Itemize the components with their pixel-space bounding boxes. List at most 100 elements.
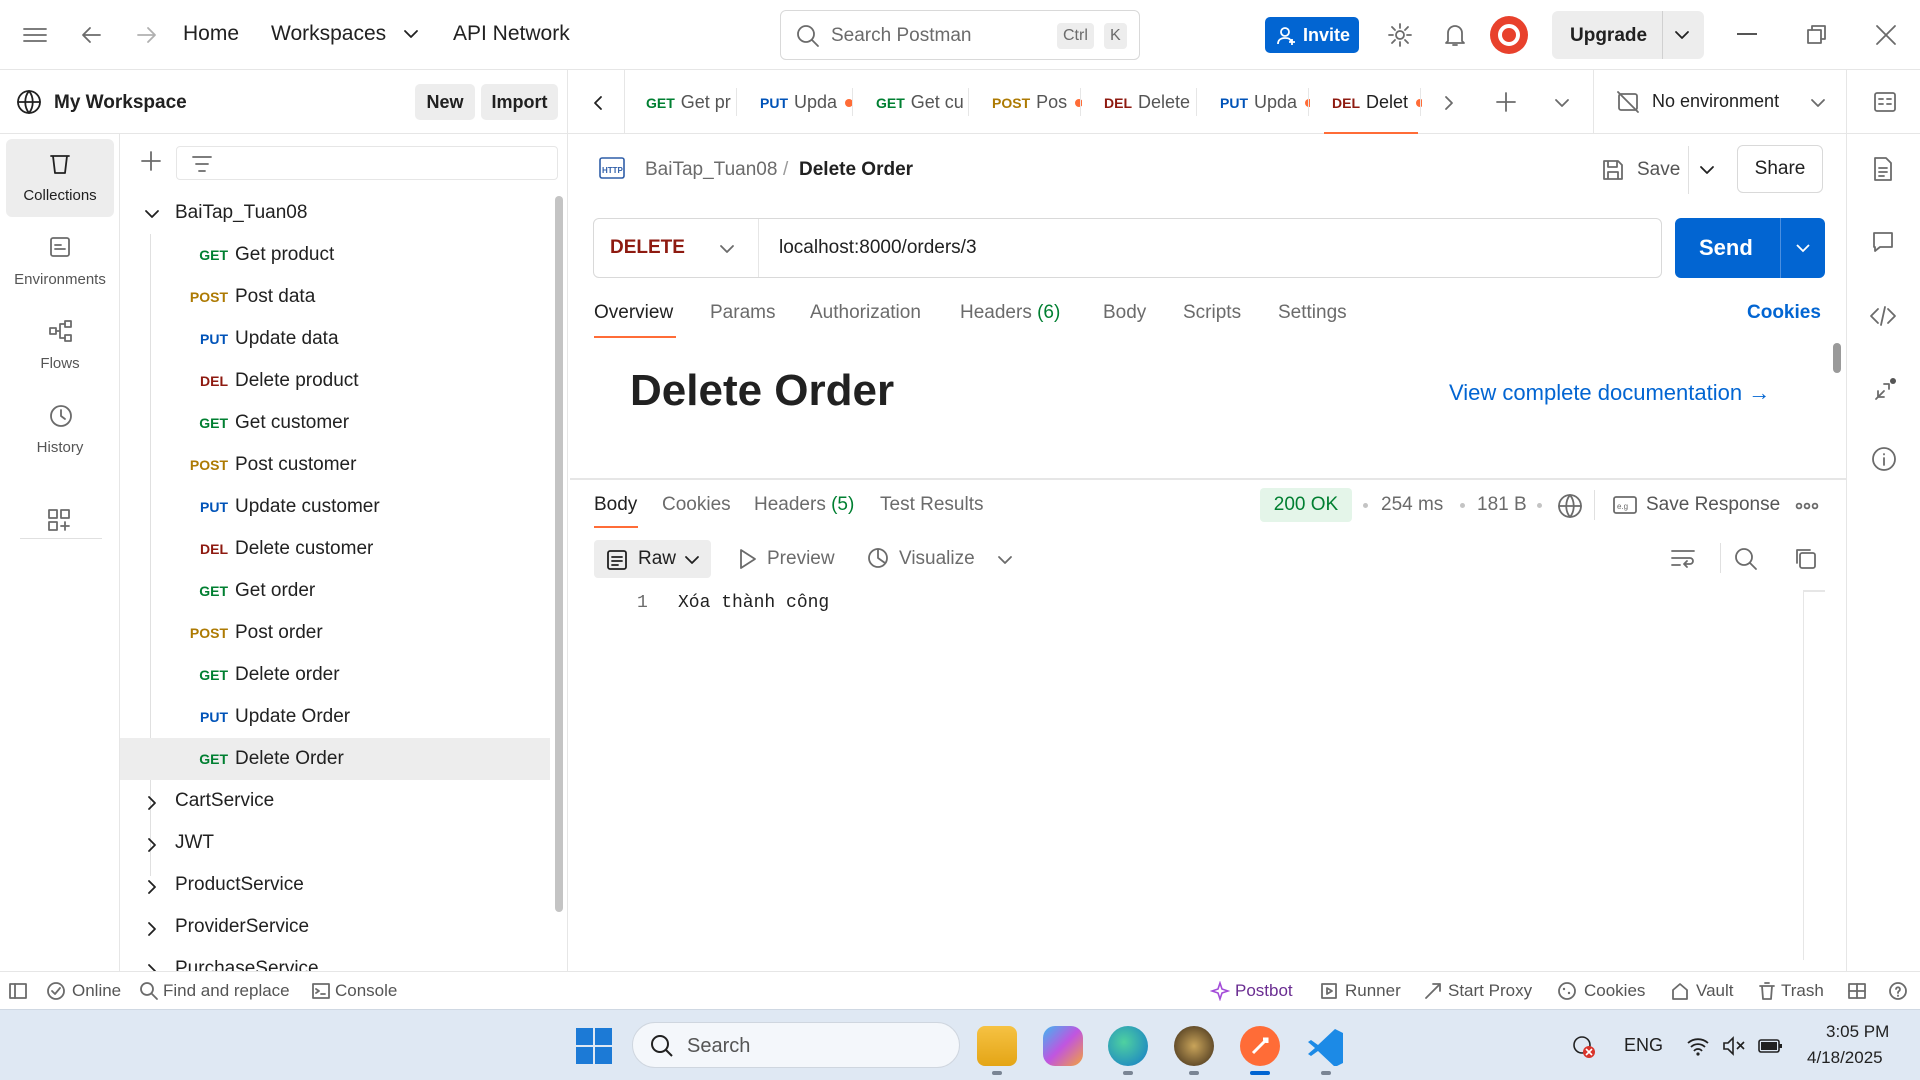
help-icon[interactable]	[1888, 981, 1908, 1001]
request-item[interactable]: PUT Update data	[120, 318, 550, 360]
request-tab[interactable]: PUT Upda	[1202, 70, 1310, 134]
request-item[interactable]: POST Post data	[120, 276, 550, 318]
add-collection-icon[interactable]	[140, 150, 162, 172]
notification-bell-icon[interactable]	[1443, 22, 1467, 48]
tab-authorization[interactable]: Authorization	[810, 302, 921, 324]
format-select[interactable]: Raw	[594, 540, 711, 578]
response-tab-body[interactable]: Body	[594, 494, 637, 516]
request-tab[interactable]: PUT Upda	[742, 70, 854, 134]
upgrade-button[interactable]: Upgrade	[1552, 11, 1704, 59]
collection-header[interactable]: BaiTap_Tuan08	[120, 192, 550, 234]
request-item[interactable]: PUT Update customer	[120, 486, 550, 528]
response-body-text[interactable]: Xóa thành công	[678, 593, 829, 613]
hamburger-menu-icon[interactable]	[22, 24, 48, 46]
pane-splitter[interactable]	[570, 478, 1846, 480]
cookies-button[interactable]: Cookies	[1584, 981, 1645, 1001]
battery-icon[interactable]	[1757, 1035, 1785, 1057]
tab-params[interactable]: Params	[710, 302, 775, 324]
chevron-down-icon[interactable]	[403, 28, 419, 40]
language-indicator[interactable]: ENG	[1624, 1035, 1663, 1056]
tab-overview[interactable]: Overview	[594, 302, 673, 324]
view-documentation-link[interactable]: View complete documentation →	[1449, 380, 1770, 406]
save-response-button[interactable]: Save Response	[1646, 494, 1780, 516]
new-tab-plus-icon[interactable]	[1495, 91, 1517, 113]
environment-selector[interactable]: No environment	[1616, 70, 1846, 134]
new-button[interactable]: New	[415, 84, 475, 120]
tab-headers[interactable]: Headers (6)	[960, 302, 1060, 324]
rail-flows[interactable]: Flows	[6, 307, 114, 385]
request-tab[interactable]: GET Get pr	[628, 70, 738, 134]
response-tab-test-results[interactable]: Test Results	[880, 494, 983, 516]
taskbar-search[interactable]: Search	[632, 1022, 960, 1068]
save-button[interactable]: Save	[1637, 159, 1680, 181]
chevron-down-icon[interactable]	[1554, 97, 1570, 109]
collection-item[interactable]: ProviderService	[120, 906, 550, 948]
trash-button[interactable]: Trash	[1781, 981, 1824, 1001]
forward-arrow-icon[interactable]	[134, 23, 158, 47]
rail-environments[interactable]: Environments	[6, 223, 114, 301]
layout-icon[interactable]	[1847, 982, 1867, 1000]
rail-history[interactable]: History	[6, 391, 114, 469]
nav-api-network[interactable]: API Network	[453, 22, 570, 46]
find-and-replace[interactable]: Find and replace	[163, 981, 290, 1001]
chevron-down-icon[interactable]	[1795, 242, 1811, 254]
request-tab[interactable]: GET Get cu	[858, 70, 970, 134]
nav-home[interactable]: Home	[183, 22, 239, 46]
request-item[interactable]: DEL Delete product	[120, 360, 550, 402]
chevron-left-icon[interactable]	[592, 95, 604, 111]
documentation-icon[interactable]	[1871, 156, 1895, 182]
vault-button[interactable]: Vault	[1696, 981, 1734, 1001]
editor-scroll-track[interactable]	[1803, 590, 1804, 960]
environment-quick-look-icon[interactable]	[1873, 90, 1897, 114]
sidebar-scrollbar[interactable]	[555, 196, 563, 912]
send-button[interactable]: Send	[1675, 218, 1825, 278]
more-options-icon[interactable]	[1795, 502, 1819, 510]
request-item[interactable]: POST Post customer	[120, 444, 550, 486]
clock-time[interactable]: 3:05 PM	[1826, 1022, 1889, 1042]
copilot-icon[interactable]	[1043, 1026, 1083, 1066]
visualize-button[interactable]: Visualize	[899, 548, 975, 570]
vscode-icon[interactable]	[1306, 1026, 1346, 1066]
preview-button[interactable]: Preview	[767, 548, 835, 570]
game-app-icon[interactable]	[1174, 1026, 1214, 1066]
request-item[interactable]: PUT Update Order	[120, 696, 550, 738]
search-bar[interactable]: Search Postman Ctrl K	[780, 10, 1140, 60]
request-item[interactable]: GET Get product	[120, 234, 550, 276]
clock-date[interactable]: 4/18/2025	[1807, 1048, 1883, 1068]
network-error-icon[interactable]	[1572, 1035, 1596, 1059]
cookies-link[interactable]: Cookies	[1747, 302, 1821, 324]
runner-button[interactable]: Runner	[1345, 981, 1401, 1001]
wifi-icon[interactable]	[1686, 1035, 1710, 1057]
info-icon[interactable]	[1871, 446, 1897, 472]
edge-browser-icon[interactable]	[1108, 1026, 1148, 1066]
globe-icon[interactable]	[1557, 493, 1583, 519]
overview-scrollbar[interactable]	[1833, 343, 1841, 373]
filter-input[interactable]	[176, 146, 558, 180]
toggle-sidebar-icon[interactable]	[8, 982, 28, 1000]
volume-muted-icon[interactable]	[1722, 1035, 1746, 1057]
settings-gear-icon[interactable]	[1387, 22, 1413, 48]
tab-scripts[interactable]: Scripts	[1183, 302, 1241, 324]
close-window-icon[interactable]	[1875, 24, 1897, 46]
tab-settings[interactable]: Settings	[1278, 302, 1347, 324]
chevron-down-icon[interactable]	[1699, 164, 1715, 176]
related-collections-icon[interactable]	[1871, 376, 1897, 404]
wrap-lines-icon[interactable]	[1670, 548, 1696, 570]
method-select[interactable]: DELETE	[594, 219, 759, 277]
request-item[interactable]: GET Get customer	[120, 402, 550, 444]
request-item[interactable]: DEL Delete customer	[120, 528, 550, 570]
collection-item[interactable]: CartService	[120, 780, 550, 822]
import-button[interactable]: Import	[481, 84, 558, 120]
response-time[interactable]: 254 ms	[1381, 494, 1443, 516]
invite-button[interactable]: Invite	[1265, 17, 1359, 53]
minimize-icon[interactable]	[1737, 33, 1757, 35]
online-status[interactable]: Online	[72, 981, 121, 1001]
share-button[interactable]: Share	[1737, 145, 1823, 193]
collection-item[interactable]: ProductService	[120, 864, 550, 906]
collection-item[interactable]: PurchaseService	[120, 948, 550, 971]
request-item[interactable]: GET Delete Order	[120, 738, 550, 780]
request-item[interactable]: GET Delete order	[120, 654, 550, 696]
request-tab[interactable]: POST Pos	[974, 70, 1082, 134]
url-input[interactable]: localhost:8000/orders/3	[779, 237, 977, 259]
request-tab[interactable]: DEL Delet	[1314, 70, 1422, 134]
